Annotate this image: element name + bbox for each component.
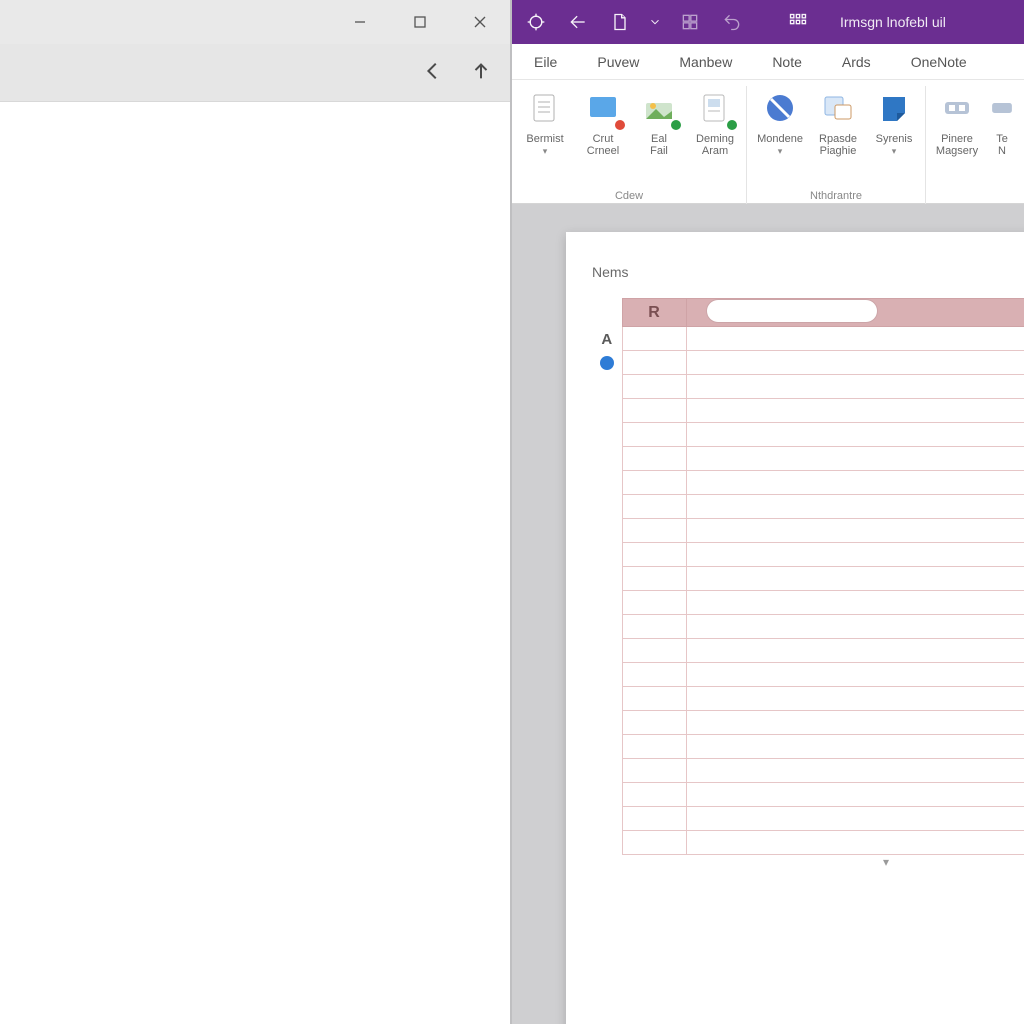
- page[interactable]: Nems R A ▾: [566, 232, 1024, 1024]
- table-row[interactable]: [592, 447, 1024, 471]
- table-row[interactable]: [592, 807, 1024, 831]
- chevron-down-icon: ▾: [892, 146, 897, 156]
- header-col-a[interactable]: R: [622, 299, 686, 327]
- table-row[interactable]: [592, 663, 1024, 687]
- upload-icon[interactable]: [470, 60, 492, 85]
- table-row[interactable]: [592, 735, 1024, 759]
- cmd-eal[interactable]: Eal Fail: [634, 86, 684, 158]
- search-pill[interactable]: [707, 300, 877, 322]
- table-row[interactable]: [592, 639, 1024, 663]
- cmd-deming-label: Deming Aram: [696, 134, 734, 158]
- content-table[interactable]: R A: [592, 298, 1024, 855]
- table-row[interactable]: [592, 471, 1024, 495]
- left-toolbar: [0, 44, 510, 102]
- document-canvas[interactable]: Nems R A ▾: [512, 204, 1024, 1024]
- onenote-window: Irmsgn lnofebl uil Eile Puvew Manbew Not…: [512, 0, 1024, 1024]
- group-caption-nth: Nthdrantre: [747, 190, 925, 202]
- table-header-row: R: [592, 299, 1024, 327]
- cmd-deming[interactable]: Deming Aram: [690, 86, 740, 158]
- left-window: [0, 0, 512, 1024]
- cmd-syrenis[interactable]: Syrenis▾: [869, 86, 919, 158]
- left-content-area: [0, 102, 510, 1024]
- row-gutter: A: [592, 327, 622, 855]
- app-titlebar: Irmsgn lnofebl uil: [512, 0, 1024, 44]
- table-row[interactable]: [592, 567, 1024, 591]
- new-page-icon[interactable]: [606, 8, 634, 36]
- chevron-down-icon: ▾: [543, 146, 548, 156]
- menu-ards[interactable]: Ards: [842, 54, 871, 70]
- cmd-crut-label: Crut Crneel: [587, 134, 619, 158]
- table-row[interactable]: [592, 783, 1024, 807]
- left-titlebar: [0, 0, 510, 44]
- menu-file[interactable]: Eile: [534, 54, 557, 70]
- cmd-syrenis-label: Syrenis: [876, 133, 913, 145]
- ribbon-group-cdew: Bermist▾ Crut Crneel Eal Fail Deming Ara…: [512, 86, 747, 204]
- maximize-button[interactable]: [390, 0, 450, 44]
- back-icon[interactable]: [422, 60, 444, 85]
- close-button[interactable]: [450, 0, 510, 44]
- cmd-rpasde[interactable]: Rpasde Piaghie: [813, 86, 863, 158]
- ribbon: Bermist▾ Crut Crneel Eal Fail Deming Ara…: [512, 80, 1024, 204]
- table-row[interactable]: [592, 495, 1024, 519]
- menu-onenote[interactable]: OneNote: [911, 54, 967, 70]
- table-row[interactable]: [592, 759, 1024, 783]
- menu-bar: Eile Puvew Manbew Note Ards OneNote: [512, 44, 1024, 80]
- table-row[interactable]: [592, 615, 1024, 639]
- ribbon-group-nthdrantre: Mondene▾ Rpasde Piaghie Syrenis▾ Nthdran…: [747, 86, 926, 204]
- chevron-down-icon: ▾: [778, 146, 783, 156]
- menu-note[interactable]: Note: [772, 54, 802, 70]
- undo-icon[interactable]: [718, 8, 746, 36]
- app-grid-icon[interactable]: [784, 8, 812, 36]
- cmd-bermist-label: Bermist: [526, 133, 563, 145]
- back-arrow-icon[interactable]: [564, 8, 592, 36]
- cmd-pinere[interactable]: Pinere Magsery: [932, 86, 982, 158]
- table-row[interactable]: [592, 711, 1024, 735]
- table-row[interactable]: [592, 831, 1024, 855]
- table-row[interactable]: [592, 399, 1024, 423]
- cmd-crut[interactable]: Crut Crneel: [578, 86, 628, 158]
- page-title[interactable]: Nems: [592, 264, 1024, 280]
- table-row[interactable]: [592, 591, 1024, 615]
- ribbon-group-3: Pinere Magsery Te N: [926, 86, 1022, 204]
- group-caption-cdew: Cdew: [512, 190, 746, 202]
- table-row[interactable]: [592, 543, 1024, 567]
- cmd-pinere-label: Pinere Magsery: [936, 134, 978, 158]
- cmd-mondene[interactable]: Mondene▾: [753, 86, 807, 158]
- minimize-button[interactable]: [330, 0, 390, 44]
- app-title: Irmsgn lnofebl uil: [840, 14, 946, 30]
- table-row[interactable]: [592, 687, 1024, 711]
- table-row[interactable]: [592, 375, 1024, 399]
- table-row[interactable]: [592, 519, 1024, 543]
- grid-view-icon[interactable]: [676, 8, 704, 36]
- header-col-b[interactable]: [686, 299, 1024, 327]
- table-row[interactable]: A: [592, 327, 1024, 351]
- cmd-bermist[interactable]: Bermist▾: [518, 86, 572, 158]
- info-dot-icon[interactable]: [600, 356, 614, 370]
- cmd-te-label: Te N: [996, 134, 1008, 158]
- row-marker: A: [592, 331, 622, 348]
- sync-icon[interactable]: [522, 8, 550, 36]
- cmd-mondene-label: Mondene: [757, 133, 803, 145]
- table-row[interactable]: [592, 351, 1024, 375]
- table-row[interactable]: [592, 423, 1024, 447]
- dropdown-caret-icon[interactable]: [648, 8, 662, 36]
- menu-member[interactable]: Manbew: [679, 54, 732, 70]
- expand-caret-icon[interactable]: ▾: [592, 855, 1024, 875]
- cmd-eal-label: Eal Fail: [650, 134, 668, 158]
- menu-view[interactable]: Puvew: [597, 54, 639, 70]
- cmd-rpasde-label: Rpasde Piaghie: [819, 134, 857, 158]
- cmd-te[interactable]: Te N: [988, 86, 1016, 158]
